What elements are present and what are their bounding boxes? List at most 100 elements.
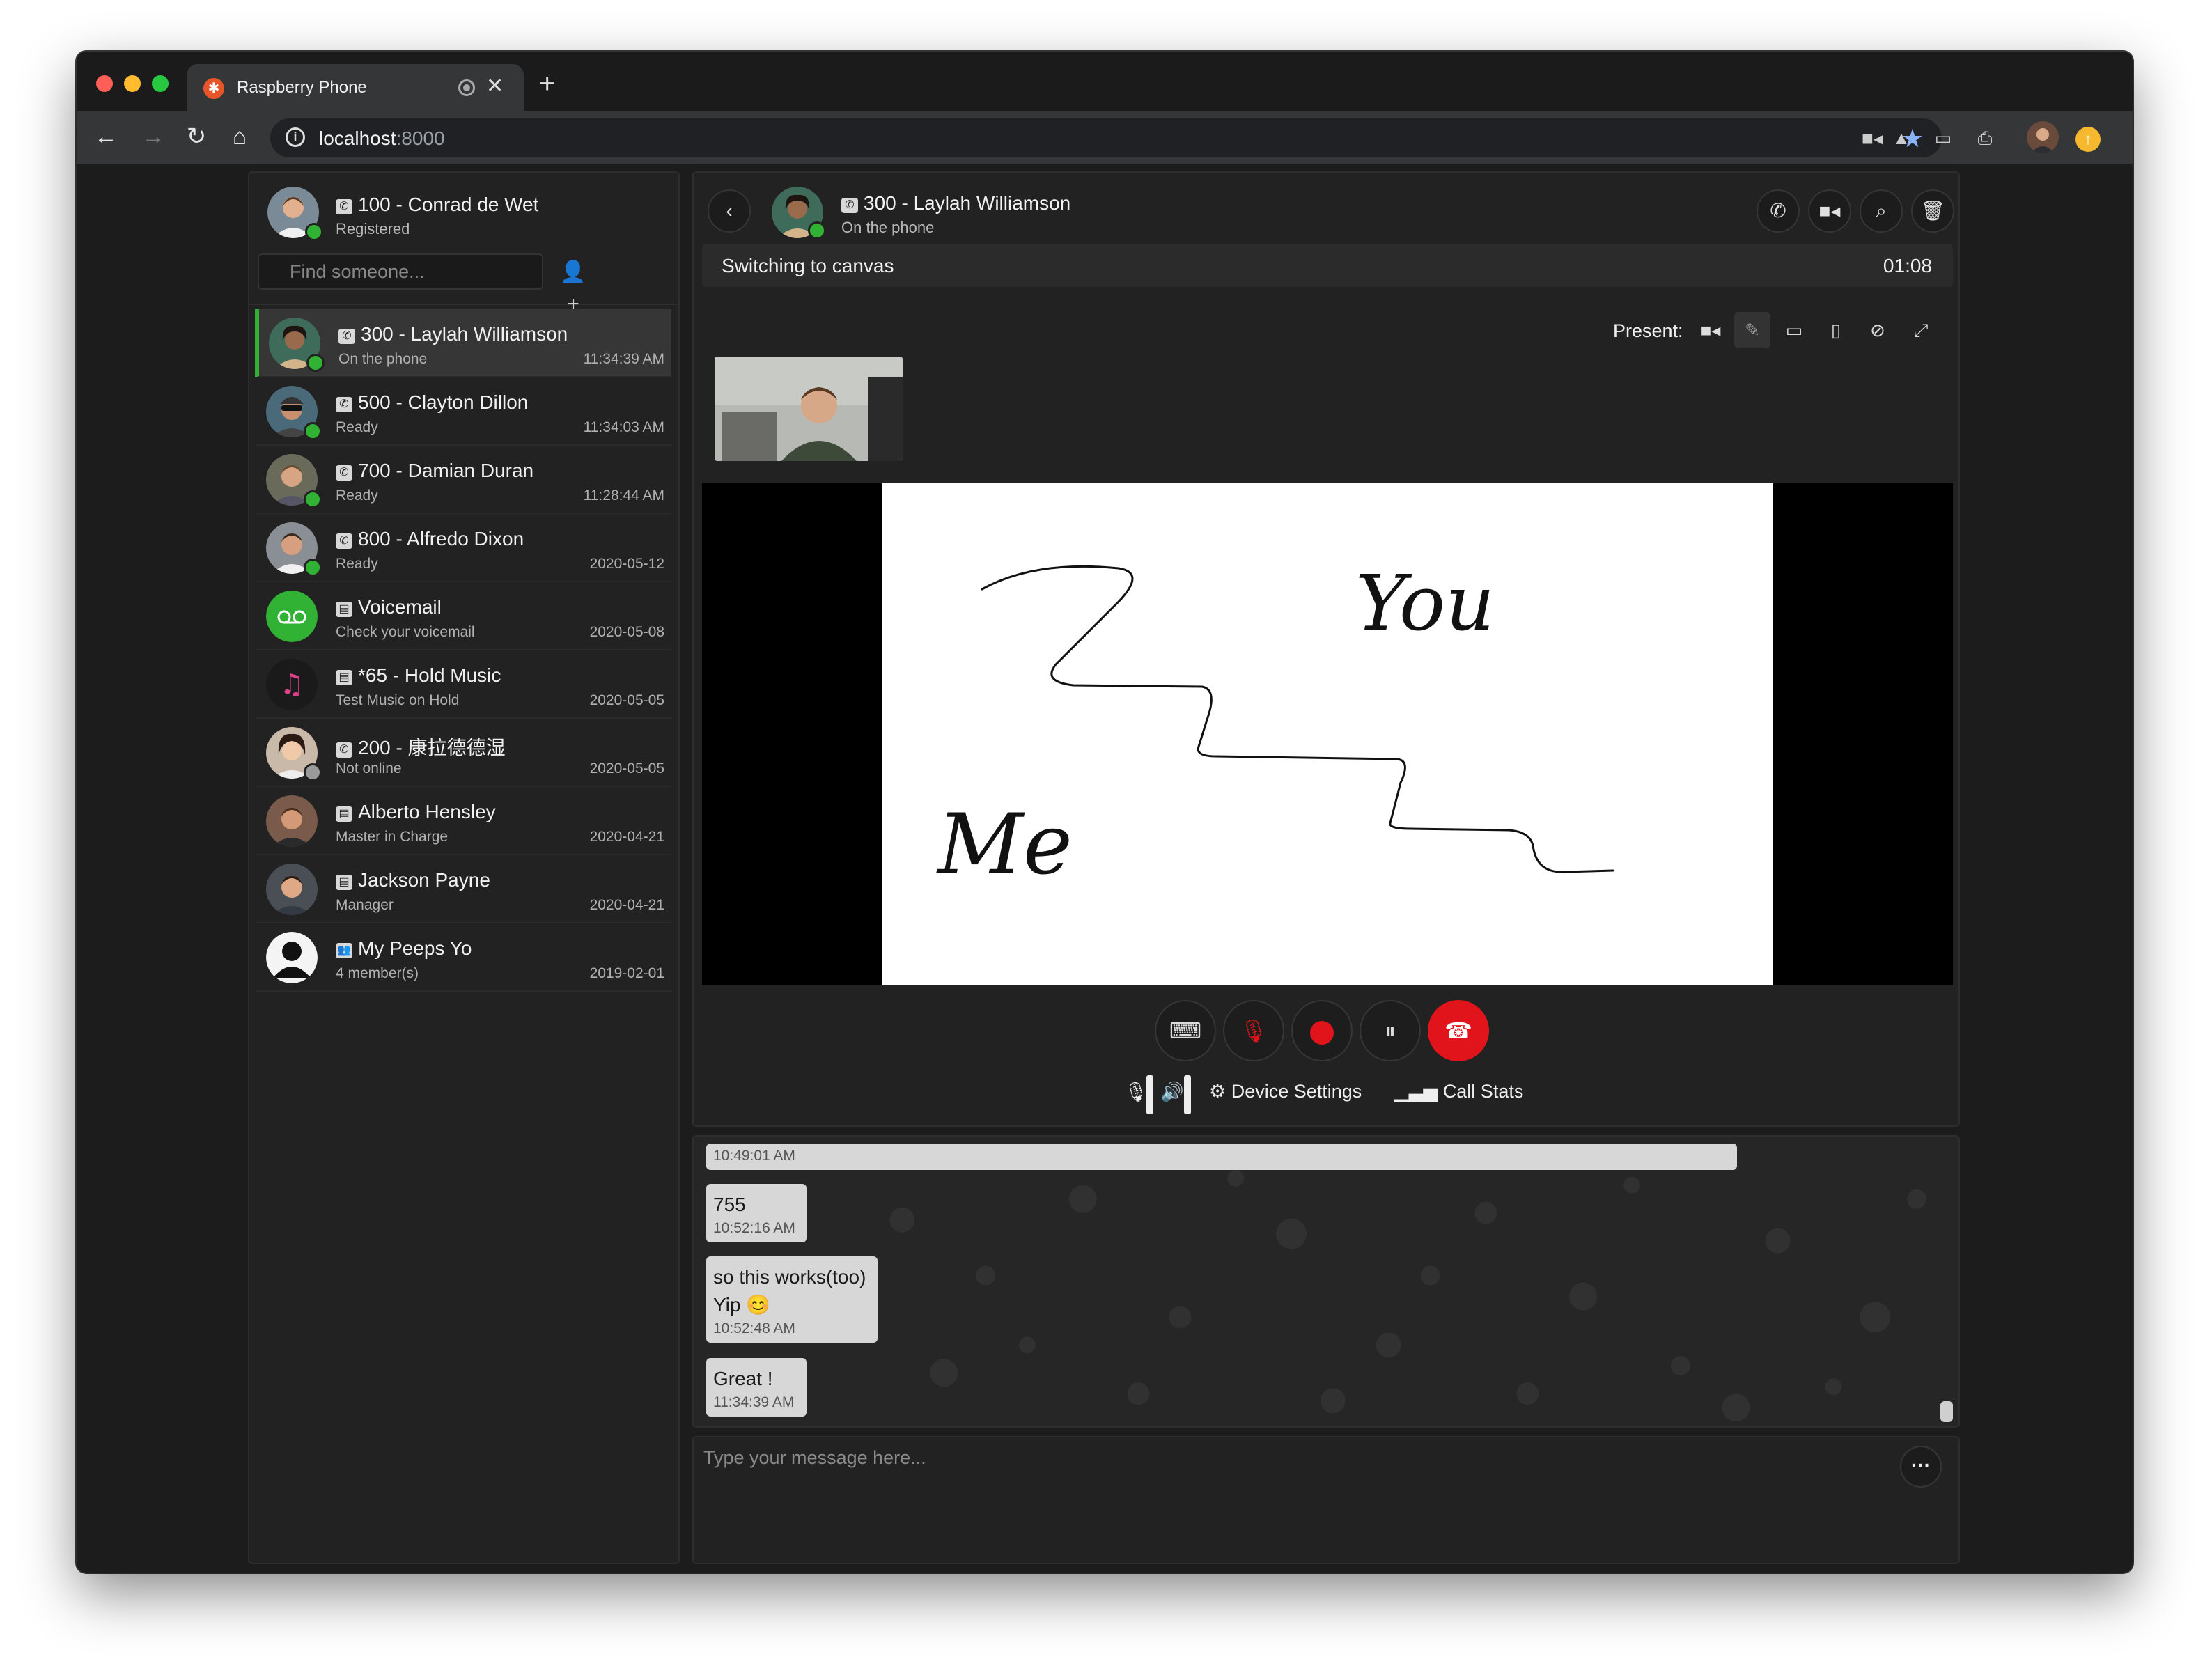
add-contact-icon[interactable]: 👤+ bbox=[556, 256, 591, 315]
present-file-icon[interactable]: ▯ bbox=[1818, 312, 1854, 348]
buddy-status: Ready bbox=[336, 556, 378, 572]
buddy-status: Ready bbox=[336, 488, 378, 504]
drawing-canvas[interactable]: You Me bbox=[882, 483, 1773, 985]
present-camera-icon[interactable]: ■◂ bbox=[1692, 312, 1729, 348]
reload-icon[interactable]: ↻ bbox=[181, 123, 212, 150]
forward-arrow-icon[interactable]: → bbox=[138, 123, 169, 150]
local-video-preview bbox=[715, 357, 903, 461]
profile-avatar[interactable] bbox=[2027, 121, 2059, 153]
home-icon[interactable]: ⌂ bbox=[224, 123, 255, 150]
buddy-time: 2020-04-21 bbox=[589, 897, 664, 913]
buddy-item[interactable]: ✆ 200 - 康拉德德湿 Not online 2020-05-05 bbox=[256, 719, 671, 787]
microphone-level-bar[interactable] bbox=[1146, 1075, 1153, 1114]
buddy-item[interactable]: ♫ ▤ *65 - Hold Music Test Music on Hold 2… bbox=[256, 650, 671, 719]
ready-status-icon bbox=[304, 422, 322, 440]
buddy-time: 2019-02-01 bbox=[589, 965, 664, 981]
maximize-window-button[interactable] bbox=[152, 75, 169, 92]
buddy-item[interactable]: ✆ 800 - Alfredo Dixon Ready 2020-05-12 bbox=[256, 514, 671, 582]
my-status: Registered bbox=[336, 220, 410, 237]
browser-toolbar: ← → ↻ ⌂ i localhost:8000 ■◂ ★ ▲ ▭ ⎙ ↑ bbox=[77, 111, 2133, 164]
more-options-button[interactable]: ··· bbox=[1900, 1446, 1942, 1488]
fullscreen-icon[interactable]: ⤢ bbox=[1903, 312, 1939, 348]
message-time: 10:52:16 AM bbox=[713, 1220, 795, 1236]
ready-status-icon bbox=[304, 490, 322, 508]
camera-in-use-icon[interactable]: ■◂ bbox=[1862, 127, 1883, 150]
buddy-item[interactable]: ▤ Jackson Payne Manager 2020-04-21 bbox=[256, 855, 671, 923]
record-button[interactable] bbox=[1291, 1000, 1353, 1061]
message-input[interactable] bbox=[703, 1447, 1887, 1552]
buddy-item[interactable]: 👥 My Peeps Yo 4 member(s) 2019-02-01 bbox=[256, 923, 671, 992]
presentation-stage: You Me bbox=[702, 483, 1953, 985]
contact-card-icon: ▤ bbox=[336, 670, 352, 685]
registered-status-icon bbox=[305, 223, 323, 241]
search-messages-button[interactable]: ⌕ bbox=[1860, 189, 1903, 233]
present-screen-icon[interactable]: ▭ bbox=[1776, 312, 1812, 348]
buddy-status: Not online bbox=[336, 760, 402, 777]
offline-status-icon bbox=[304, 763, 322, 781]
device-settings-link[interactable]: ⚙ Device Settings bbox=[1209, 1081, 1362, 1102]
buddy-name: ✆ 300 - Laylah Williamson bbox=[338, 323, 568, 345]
buddy-item[interactable]: ✆ 300 - Laylah Williamson On the phone 11… bbox=[255, 309, 671, 377]
microphone-level-icon: 🎙 bbox=[1124, 1082, 1148, 1102]
phone-icon: ✆ bbox=[841, 198, 858, 213]
back-button[interactable]: ‹ bbox=[708, 189, 751, 233]
recording-indicator-icon bbox=[458, 79, 475, 96]
video-call-button[interactable]: ■◂ bbox=[1808, 189, 1851, 233]
call-status-bar: Switching to canvas 01:08 bbox=[702, 244, 1953, 287]
close-tab-icon[interactable]: ✕ bbox=[486, 74, 504, 98]
speaker-level-icon: 🔊 bbox=[1160, 1082, 1184, 1102]
buddy-item[interactable]: ✆ 500 - Clayton Dillon Ready 11:34:03 AM bbox=[256, 377, 671, 446]
message-composer: ··· bbox=[692, 1436, 1960, 1564]
printer-extension-icon[interactable]: ⎙ bbox=[1971, 124, 1999, 152]
buddy-status: Master in Charge bbox=[336, 829, 449, 845]
contact-card-icon: ▤ bbox=[336, 875, 352, 890]
call-timer: 01:08 bbox=[1883, 255, 1932, 276]
browser-tab[interactable]: ✱ Raspberry Phone ✕ bbox=[187, 64, 524, 111]
buddy-name: ▤ Voicemail bbox=[336, 596, 442, 618]
buddy-name: ▤ *65 - Hold Music bbox=[336, 664, 501, 687]
buddy-item[interactable]: ▤ Voicemail Check your voicemail 2020-05-… bbox=[256, 582, 671, 650]
hold-button[interactable]: ⏸ bbox=[1360, 1000, 1421, 1061]
buddy-time: 2020-05-08 bbox=[589, 624, 664, 640]
buddy-name: ✆ 500 - Clayton Dillon bbox=[336, 391, 528, 414]
buddy-item[interactable]: ✆ 700 - Damian Duran Ready 11:28:44 AM bbox=[256, 446, 671, 514]
address-bar[interactable]: i localhost:8000 ■◂ ★ bbox=[270, 118, 1942, 157]
group-avatar bbox=[266, 932, 318, 983]
new-tab-button[interactable]: + bbox=[539, 70, 555, 98]
phone-icon: ✆ bbox=[338, 329, 355, 344]
ready-status-icon bbox=[304, 559, 322, 577]
search-input[interactable] bbox=[258, 254, 543, 290]
drive-extension-icon[interactable]: ▲ bbox=[1887, 124, 1915, 152]
chart-icon: ▁▃▅ bbox=[1394, 1081, 1443, 1102]
buddy-time: 2020-04-21 bbox=[589, 829, 664, 845]
buddy-item[interactable]: ▤ Alberto Hensley Master in Charge 2020-0… bbox=[256, 787, 671, 855]
chat-message: Great ! 11:34:39 AM bbox=[706, 1358, 807, 1417]
present-canvas-icon[interactable]: ✎ bbox=[1734, 312, 1770, 348]
audio-call-button[interactable]: ✆ bbox=[1757, 189, 1800, 233]
call-stats-link[interactable]: ▁▃▅ Call Stats bbox=[1394, 1081, 1523, 1102]
chat-history[interactable]: 10:49:01 AM 755 10:52:16 AM so this work… bbox=[692, 1135, 1960, 1428]
buddy-time: 11:34:39 AM bbox=[583, 351, 664, 367]
buddy-time: 2020-05-05 bbox=[589, 760, 664, 777]
keypad-button[interactable]: ⌨ bbox=[1155, 1000, 1216, 1061]
chat-message: so this works(too) Yip 😊 10:52:48 AM bbox=[706, 1256, 878, 1343]
contact-card-icon: ▤ bbox=[336, 806, 352, 822]
delete-button[interactable]: 🗑 bbox=[1911, 189, 1954, 233]
browser-window: ✱ Raspberry Phone ✕ + ← → ↻ ⌂ i localhos… bbox=[77, 52, 2133, 1573]
mute-microphone-button[interactable]: 🎙 bbox=[1223, 1000, 1284, 1061]
close-window-button[interactable] bbox=[96, 75, 113, 92]
contact-card-icon: ▤ bbox=[336, 602, 352, 617]
raspberry-favicon-icon: ✱ bbox=[203, 78, 224, 99]
speaker-level-bar[interactable] bbox=[1184, 1075, 1191, 1114]
call-contact-status: On the phone bbox=[841, 219, 935, 236]
present-none-icon[interactable]: ⊘ bbox=[1860, 312, 1896, 348]
chat-scrollbar[interactable] bbox=[1940, 1401, 1953, 1422]
hangup-button[interactable]: ☎ bbox=[1428, 1000, 1489, 1061]
minimize-window-button[interactable] bbox=[124, 75, 141, 92]
cast-extension-icon[interactable]: ▭ bbox=[1929, 124, 1957, 152]
update-badge-icon[interactable]: ↑ bbox=[2075, 127, 2101, 152]
call-panel: ‹ ✆ 300 - Laylah Williamson On the phone … bbox=[692, 171, 1960, 1127]
buddy-name: ✆ 800 - Alfredo Dixon bbox=[336, 528, 524, 550]
info-icon[interactable]: i bbox=[286, 127, 305, 147]
back-arrow-icon[interactable]: ← bbox=[91, 123, 121, 150]
